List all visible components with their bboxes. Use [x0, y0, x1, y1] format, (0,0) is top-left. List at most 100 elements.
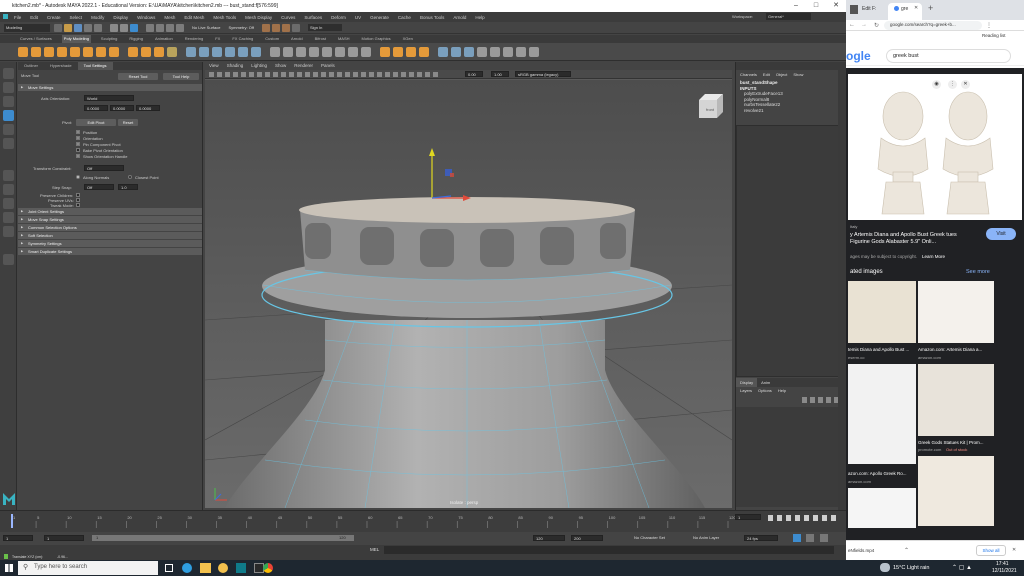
maximize-icon[interactable]: □	[806, 0, 826, 12]
reset-tool-button[interactable]: Reset Tool	[118, 73, 158, 80]
edit-pivot-button[interactable]: Edit Pivot	[76, 119, 116, 126]
cylindrical-map-icon[interactable]	[419, 46, 429, 57]
chrome-icon[interactable]	[263, 563, 273, 573]
edge-loop-icon[interactable]	[361, 46, 371, 57]
related-image-1[interactable]	[848, 281, 916, 343]
sign-in-button[interactable]: Sign In	[307, 24, 342, 31]
preferences-icon[interactable]	[820, 534, 828, 542]
tab-hypershade[interactable]: Hypershade	[44, 62, 78, 70]
symmetry-settings-header[interactable]: Symmetry Settings	[18, 240, 202, 247]
menu-edit[interactable]: Edit	[30, 15, 38, 20]
undo-icon[interactable]	[84, 23, 92, 32]
auto-key-icon[interactable]	[806, 534, 814, 542]
playback-controls[interactable]	[768, 515, 838, 521]
scale-tool-icon[interactable]	[3, 138, 14, 149]
loop-icon[interactable]	[793, 534, 801, 542]
share-icon[interactable]: ⋮	[948, 80, 957, 89]
shelf-tab-xgen[interactable]: XGen	[401, 35, 415, 43]
tab-outliner[interactable]: Outliner	[18, 62, 44, 70]
layer-menu-layers[interactable]: Layers	[740, 388, 752, 393]
exposure-field[interactable]: 0.00	[465, 71, 483, 77]
character-set-select[interactable]: No Character Set	[634, 535, 665, 540]
automatic-map-icon[interactable]	[406, 46, 416, 57]
render-settings-icon[interactable]	[281, 23, 290, 32]
close-icon[interactable]: ✕	[826, 0, 846, 12]
snap-curve-icon[interactable]	[166, 23, 174, 32]
time-slider[interactable]: 1 5 10 15 20 25 30 35 40 45 50 55 60 65 70 75 80 85 90 95 10…	[0, 510, 846, 532]
show-all-button[interactable]: Show all	[976, 545, 1006, 556]
close-preview-icon[interactable]: ✕	[961, 80, 970, 89]
paint-select-icon[interactable]	[3, 96, 14, 107]
reverse-normals-icon[interactable]	[464, 46, 474, 57]
step-snap-field[interactable]: 1.0	[118, 184, 138, 190]
viewport-panel[interactable]: View Shading Lighting Show Renderer Pane…	[205, 62, 732, 508]
task-view-icon[interactable]	[165, 564, 173, 572]
layout-graph-icon[interactable]	[3, 226, 14, 237]
platonic-solid-icon[interactable]	[109, 46, 119, 57]
along-normals-radio[interactable]	[76, 175, 80, 179]
separate-icon[interactable]	[199, 46, 209, 57]
color-space-select[interactable]: sRGB gamma (legacy)	[515, 71, 571, 77]
axis-x-field[interactable]: 0.0000	[84, 105, 108, 111]
search-icon[interactable]	[3, 254, 14, 265]
mirror-icon[interactable]	[238, 46, 248, 57]
menu-deform[interactable]: Deform	[331, 15, 346, 20]
layer-menu-options[interactable]: Options	[758, 388, 772, 393]
layer-menu-help[interactable]: Help	[778, 388, 786, 393]
append-polygon-icon[interactable]	[322, 46, 332, 57]
menu-cache[interactable]: Cache	[398, 15, 411, 20]
file-explorer-icon[interactable]	[200, 563, 211, 573]
viewport-menu-view[interactable]: View	[209, 62, 219, 70]
freeze-transform-icon[interactable]	[490, 46, 500, 57]
poly-cone-icon[interactable]	[57, 46, 67, 57]
command-input[interactable]	[384, 546, 834, 554]
move-settings-header[interactable]: Move Settings	[18, 84, 202, 91]
shelf-tab-mash[interactable]: MASH	[336, 35, 352, 43]
lasso-tool-icon[interactable]	[3, 82, 14, 93]
bridge-icon[interactable]	[283, 46, 293, 57]
download-chevron-icon[interactable]: ⌃	[904, 547, 909, 554]
preserve-children-checkbox[interactable]	[76, 193, 80, 197]
preserve-uvs-checkbox[interactable]	[76, 198, 80, 202]
snap-point-icon[interactable]	[176, 23, 184, 32]
shelf-tab-arnold[interactable]: Arnold	[289, 35, 305, 43]
visit-button[interactable]: Visit	[986, 228, 1016, 240]
menu-curves[interactable]: Curves	[281, 15, 295, 20]
layout-single-icon[interactable]	[3, 184, 14, 195]
fill-hole-icon[interactable]	[309, 46, 319, 57]
soft-selection-header[interactable]: Soft Selection	[18, 232, 202, 239]
start-time-field[interactable]: 1	[3, 535, 33, 541]
extensions-icon[interactable]: ⋮	[986, 22, 992, 29]
menu-windows[interactable]: Windows	[137, 15, 155, 20]
menu-generate[interactable]: Generate	[370, 15, 389, 20]
render-icon[interactable]	[261, 23, 270, 32]
viewport-menu-lighting[interactable]: Lighting	[251, 62, 267, 70]
weather-text[interactable]: 15°C Light rain	[893, 565, 929, 571]
menu-surfaces[interactable]: Surfaces	[304, 15, 322, 20]
reload-icon[interactable]: ↻	[874, 22, 879, 29]
position-checkbox[interactable]	[76, 130, 80, 134]
menu-select[interactable]: Select	[70, 15, 83, 20]
related-image-3[interactable]	[848, 364, 916, 464]
shelf-tab-curves-surfaces[interactable]: Curves / Surfaces	[18, 35, 54, 43]
smooth-icon[interactable]	[212, 46, 222, 57]
channel-menu-object[interactable]: Object	[776, 72, 788, 77]
save-scene-icon[interactable]	[74, 23, 82, 32]
boolean-icon[interactable]	[225, 46, 235, 57]
new-scene-icon[interactable]	[54, 23, 62, 32]
axis-orientation-select[interactable]: World	[84, 95, 134, 101]
related-caption-3[interactable]: azon.com: Apollo Greek Ro...	[848, 471, 907, 476]
tweak-mode-checkbox[interactable]	[76, 203, 80, 207]
view-cube-icon[interactable]	[699, 94, 723, 118]
shelf-tab-bifrost[interactable]: Bifrost	[313, 35, 328, 43]
tab-anim-layers[interactable]: Anim	[757, 378, 774, 387]
closest-point-radio[interactable]	[128, 175, 132, 179]
poly-plane-icon[interactable]	[83, 46, 93, 57]
reset-pivot-button[interactable]: Reset	[118, 119, 138, 126]
gamma-field[interactable]: 1.00	[491, 71, 509, 77]
move-snap-settings-header[interactable]: Move Snap Settings	[18, 216, 202, 223]
snap-grid-icon[interactable]	[156, 23, 164, 32]
shelf-tab-fx-caching[interactable]: FX Caching	[230, 35, 255, 43]
side-tabs[interactable]	[838, 62, 846, 510]
center-pivot-icon[interactable]	[503, 46, 513, 57]
